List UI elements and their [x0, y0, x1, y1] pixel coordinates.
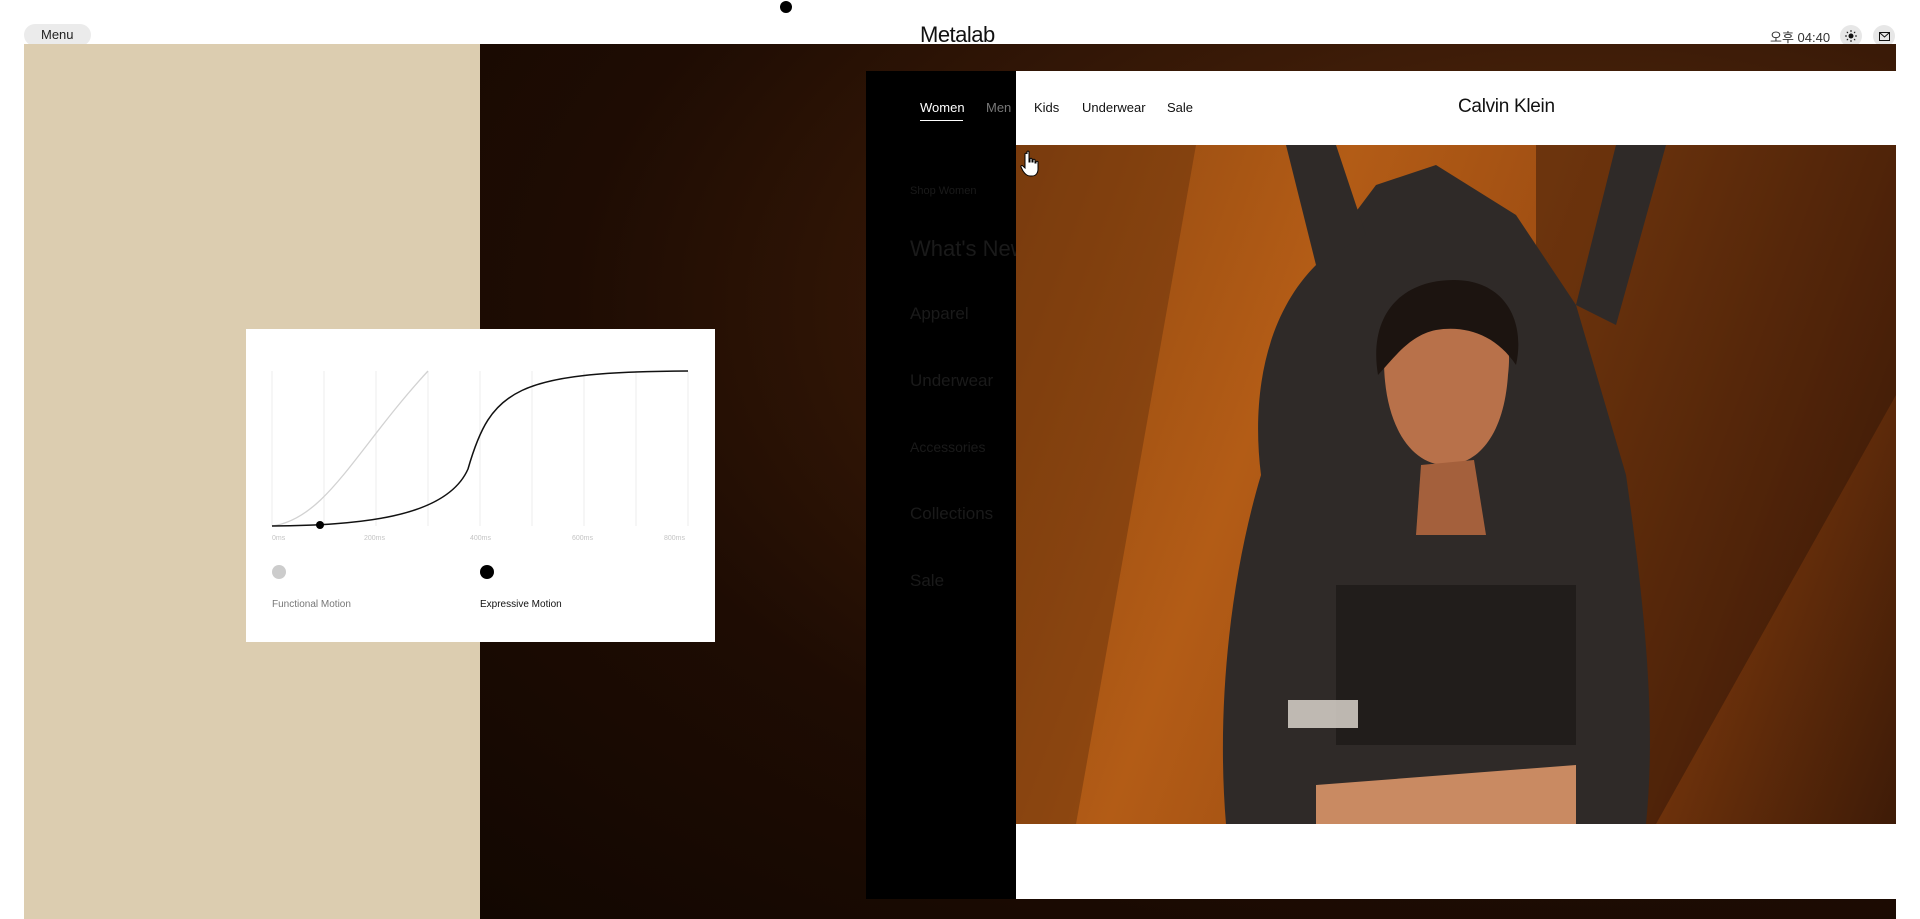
expressive-motion-dot — [480, 565, 494, 579]
functional-motion-label: Functional Motion — [272, 599, 351, 610]
nav-men-link[interactable]: Men — [986, 100, 1016, 115]
ghost-menu-item[interactable]: Accessories — [910, 439, 985, 455]
functional-motion-dot — [272, 565, 286, 579]
nav-active-underline — [920, 120, 963, 121]
ghost-menu-heading: Shop Women — [910, 185, 977, 197]
ghost-menu-item[interactable]: Underwear — [910, 371, 993, 391]
nav-women-link[interactable]: Women — [920, 100, 965, 115]
nav-underwear-link[interactable]: Underwear — [1082, 100, 1146, 115]
graph-gridlines — [271, 371, 689, 526]
site-nav-bar — [1016, 71, 1896, 145]
site-menu-overlay: Shop Women What's New Apparel Underwear … — [866, 71, 1016, 899]
nav-kids-link[interactable]: Kids — [1034, 100, 1059, 115]
nav-sale-link[interactable]: Sale — [1167, 100, 1193, 115]
site-footer-strip — [1016, 824, 1896, 899]
x-tick-0ms: 0ms — [272, 535, 286, 542]
x-tick-200ms: 200ms — [364, 535, 386, 542]
curve-progress-marker — [316, 521, 324, 529]
expressive-motion-label: Expressive Motion — [480, 599, 562, 610]
motion-curve-card: 0ms 200ms 400ms 600ms 800ms Functional M… — [246, 329, 715, 642]
x-tick-400ms: 400ms — [470, 535, 492, 542]
functional-motion-curve — [271, 370, 429, 527]
screen: Menu Metalab 오후 04:40 0ms 200ms 400ms 60… — [0, 0, 1920, 919]
x-tick-600ms: 600ms — [572, 535, 594, 542]
ghost-menu-item[interactable]: What's New — [910, 236, 1016, 262]
ghost-menu-item[interactable]: Apparel — [910, 304, 969, 324]
hero-image[interactable] — [1016, 145, 1896, 824]
sun-icon — [1845, 30, 1857, 42]
calvin-klein-logo[interactable]: Calvin Klein — [1458, 96, 1555, 118]
hero-photo-illustration — [1016, 145, 1896, 824]
ghost-menu-item[interactable]: Collections — [910, 504, 993, 524]
menu-button[interactable]: Menu — [24, 24, 91, 46]
hand-cursor-icon — [1020, 150, 1039, 177]
mail-icon — [1878, 31, 1890, 41]
x-tick-800ms: 800ms — [664, 535, 686, 542]
ghost-menu-item[interactable]: Sale — [910, 571, 944, 591]
motion-curve-graph: 0ms 200ms 400ms 600ms 800ms — [271, 370, 689, 542]
indicator-dot — [780, 1, 792, 13]
